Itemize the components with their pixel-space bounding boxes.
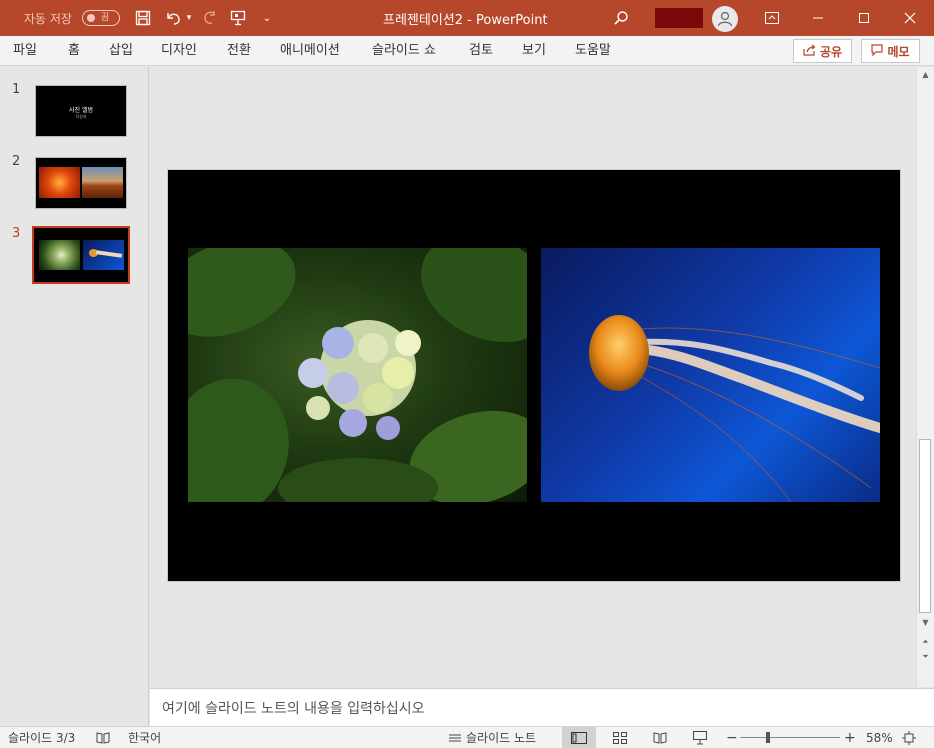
status-bar: 슬라이드 3/3 한국어 슬라이드 노트 − + 58% — [0, 726, 934, 748]
slide-number-2: 2 — [12, 154, 21, 169]
avatar[interactable] — [712, 6, 738, 32]
zoom-out-icon[interactable]: − — [726, 727, 738, 748]
slide-thumbnail-2[interactable] — [35, 157, 127, 209]
slide-number-1: 1 — [12, 82, 21, 97]
thumbnail-subtitle: 작성자 — [75, 114, 87, 119]
tab-view[interactable]: 보기 — [522, 36, 546, 66]
slide-thumbnail-1[interactable]: 사진 앨범 작성자 — [35, 85, 127, 137]
tab-review[interactable]: 검토 — [469, 36, 493, 66]
tab-help[interactable]: 도움말 — [575, 36, 611, 66]
scroll-down-icon[interactable]: ▼ — [917, 616, 934, 630]
thumbnail-jellyfish-tentacles — [95, 250, 123, 258]
tab-animations[interactable]: 애니메이션 — [280, 36, 340, 66]
jellyfish-photo[interactable] — [541, 248, 880, 502]
search-icon[interactable] — [610, 0, 632, 36]
autosave-label: 자동 저장 — [24, 11, 72, 26]
scrollbar-thumb[interactable] — [919, 439, 931, 613]
tab-slideshow[interactable]: 슬라이드 쇼 — [372, 36, 436, 66]
vertical-scrollbar[interactable]: ▲ ▼ ⏶ ⏷ — [916, 67, 934, 687]
undo-dropdown-icon[interactable]: ▾ — [184, 0, 194, 36]
next-slide-icon[interactable]: ⏷ — [917, 650, 934, 664]
reading-view-icon[interactable] — [643, 727, 677, 748]
zoom-slider[interactable] — [740, 737, 840, 738]
thumbnail-image-desert — [82, 167, 123, 198]
ribbon-tabs: 파일 홈 삽입 디자인 전환 애니메이션 슬라이드 쇼 검토 보기 도움말 공유… — [0, 36, 934, 66]
thumbnail-title: 사진 앨범 — [69, 107, 93, 114]
share-button[interactable]: 공유 — [793, 39, 852, 63]
document-title: 프레젠테이션2 - PowerPoint — [383, 12, 548, 28]
autosave-toggle[interactable]: 끔 — [82, 10, 120, 26]
account-name-box[interactable] — [655, 8, 703, 28]
hydrangea-photo[interactable] — [188, 248, 527, 502]
thumbnail-image-jellyfish — [83, 240, 124, 270]
tab-insert[interactable]: 삽입 — [109, 36, 133, 66]
normal-view-icon[interactable] — [562, 727, 596, 748]
zoom-level[interactable]: 58% — [866, 727, 893, 748]
comment-icon — [871, 43, 884, 59]
notes-placeholder[interactable]: 여기에 슬라이드 노트의 내용을 입력하십시오 — [162, 698, 425, 718]
notes-pane[interactable]: 여기에 슬라이드 노트의 내용을 입력하십시오 — [150, 688, 934, 726]
undo-icon[interactable] — [162, 0, 184, 36]
thumbnail-image-hydrangea — [39, 240, 80, 270]
presentation-icon[interactable] — [227, 0, 249, 36]
slide-number-3: 3 — [12, 226, 21, 241]
zoom-in-icon[interactable]: + — [844, 727, 856, 748]
close-icon[interactable] — [887, 0, 933, 36]
fit-to-window-icon[interactable] — [902, 727, 918, 748]
thumbnail-image-flower — [39, 167, 80, 198]
previous-slide-icon[interactable]: ⏶ — [917, 635, 934, 649]
ribbon-display-options-icon[interactable] — [760, 0, 784, 36]
autosave-state: 끔 — [101, 13, 110, 23]
thumbnail-slide-3-content — [36, 230, 126, 280]
notes-icon[interactable] — [448, 727, 464, 748]
slide-sorter-view-icon[interactable] — [603, 727, 637, 748]
maximize-icon[interactable] — [841, 0, 887, 36]
language-indicator[interactable]: 한국어 — [128, 727, 161, 748]
minimize-icon[interactable] — [795, 0, 841, 36]
zoom-slider-knob[interactable] — [766, 732, 770, 743]
scroll-up-icon[interactable]: ▲ — [917, 68, 934, 82]
toggle-knob — [87, 14, 95, 22]
tab-home[interactable]: 홈 — [68, 36, 80, 66]
title-bar: 자동 저장 끔 ▾ ⌄ 프레젠테이션2 - PowerPoint — [0, 0, 934, 36]
notes-toggle-button[interactable]: 슬라이드 노트 — [466, 727, 536, 748]
share-label: 공유 — [819, 44, 843, 59]
memo-label: 메모 — [887, 44, 910, 59]
slideshow-view-icon[interactable] — [683, 727, 717, 748]
tab-transitions[interactable]: 전환 — [227, 36, 251, 66]
accessibility-icon[interactable] — [96, 727, 112, 748]
save-icon[interactable] — [132, 0, 154, 36]
tab-design[interactable]: 디자인 — [161, 36, 197, 66]
slide-thumbnail-3[interactable] — [32, 226, 130, 284]
share-icon — [803, 44, 816, 59]
customize-toolbar-icon[interactable]: ⌄ — [259, 0, 275, 36]
redo-icon[interactable] — [199, 0, 221, 36]
slide-counter: 슬라이드 3/3 — [8, 731, 76, 745]
tab-file[interactable]: 파일 — [13, 36, 37, 66]
memo-button[interactable]: 메모 — [861, 39, 920, 63]
